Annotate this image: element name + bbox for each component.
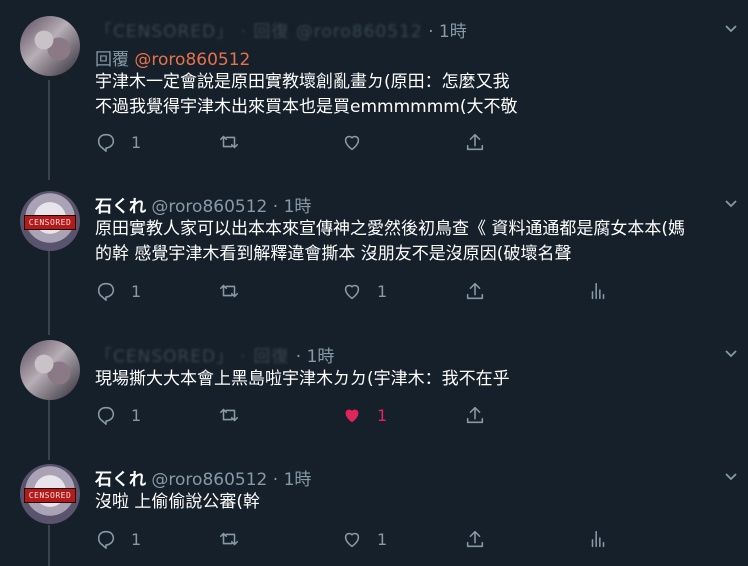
tweet-text-line: 宇津木一定會說是原田實教壞創亂畫ㄉ(原田：怎麼又我	[95, 72, 510, 92]
like-count: 1	[377, 281, 388, 301]
retweet-button[interactable]	[218, 279, 240, 303]
reply-count: 1	[131, 281, 142, 301]
reply-icon	[97, 133, 115, 152]
reply-button[interactable]: 1	[95, 403, 141, 427]
tweet-header: 石くれ @roro860512 · 1時	[95, 192, 311, 217]
analytics-button[interactable]	[587, 279, 609, 303]
author-handle[interactable]: @roro860512	[151, 470, 267, 490]
like-icon	[344, 532, 360, 548]
retweet-icon	[219, 532, 239, 546]
separator: ·	[267, 470, 284, 490]
reply-count: 1	[131, 405, 142, 425]
share-button[interactable]	[464, 403, 486, 427]
reply-button[interactable]: 1	[95, 130, 141, 154]
like-icon-filled	[345, 409, 359, 423]
timestamp[interactable]: 1時	[439, 22, 467, 42]
author-name[interactable]: 「CENSORED」 · 回復	[95, 347, 296, 367]
like-icon	[344, 135, 360, 151]
like-count: 1	[377, 529, 388, 549]
chevron-down-icon[interactable]	[724, 22, 738, 36]
tweet-text-line: 不過我覺得宇津木出來買本也是買emmmmmm(大不敬	[95, 97, 518, 117]
retweet-icon	[219, 408, 239, 422]
author-name[interactable]: 石くれ	[95, 470, 146, 490]
tweet-header: 石くれ @roro860512 · 1時	[95, 465, 311, 490]
author-handle[interactable]: @roro860512	[151, 197, 267, 217]
timestamp[interactable]: 1時	[284, 470, 312, 490]
tweet-text-line: 原田實教人家可以出本本來宣傳神之愛然後初鳥查《 資料通通都是腐女本本(媽	[95, 219, 686, 239]
retweet-icon	[219, 135, 239, 149]
reply-count: 1	[131, 529, 142, 549]
like-icon	[344, 284, 360, 300]
tweet-text: 沒啦 上偷偷說公審(幹	[95, 490, 260, 515]
avatar[interactable]: CENSORED	[20, 464, 80, 524]
reply-icon	[97, 282, 115, 301]
tweet-text: 原田實教人家可以出本本來宣傳神之愛然後初鳥查《 資料通通都是腐女本本(媽 的幹 …	[95, 217, 685, 267]
censored-bar: CENSORED	[24, 488, 76, 503]
tweet[interactable]: CENSORED 石くれ @roro860512 · 1時 原田實教人家可以出本…	[0, 185, 748, 330]
share-icon	[466, 282, 484, 300]
tweet-actions: 1 1	[95, 527, 615, 551]
chevron-down-icon[interactable]	[724, 197, 738, 211]
like-count: 1	[377, 405, 388, 425]
chevron-down-icon[interactable]	[724, 470, 738, 484]
tweet-actions: 1	[95, 130, 615, 154]
tweet[interactable]: 「CENSORED」 · 回復 · 1時 現場撕大大本會上黑島啦宇津木ㄉㄉ(宇津…	[0, 333, 748, 453]
reply-count: 1	[131, 132, 142, 152]
tweet-text-line: 的幹 感覺宇津木看到解釋違會撕本 沒朋友不是沒原因(破壞名聲	[95, 244, 572, 264]
retweet-icon	[219, 284, 239, 298]
share-button[interactable]	[464, 527, 486, 551]
reply-mention-link[interactable]: @roro860512	[134, 50, 250, 70]
tweet[interactable]: CENSORED 石くれ @roro860512 · 1時 沒啦 上偷偷說公審(…	[0, 458, 748, 566]
reply-prefix: 回覆	[95, 50, 135, 70]
author-name[interactable]: 石くれ	[95, 197, 146, 217]
like-button[interactable]: 1	[341, 279, 387, 303]
separator: ·	[422, 22, 439, 42]
analytics-icon	[591, 282, 605, 300]
tweet-text: 現場撕大大本會上黑島啦宇津木ㄉㄉ(宇津木：我不在乎	[95, 367, 510, 392]
avatar[interactable]	[20, 16, 80, 76]
tweet-text-line: 沒啦 上偷偷說公審(幹	[95, 492, 261, 512]
tweet-text: 宇津木一定會說是原田實教壞創亂畫ㄉ(原田：怎麼又我 不過我覺得宇津木出來買本也是…	[95, 70, 517, 120]
replying-to: 回覆 @roro860512	[95, 45, 250, 70]
analytics-button[interactable]	[587, 527, 609, 551]
retweet-button[interactable]	[218, 403, 240, 427]
share-icon	[466, 406, 484, 424]
retweet-button[interactable]	[218, 130, 240, 154]
timestamp[interactable]: · 1時	[296, 347, 335, 367]
like-button[interactable]: 1	[341, 527, 387, 551]
chevron-down-icon[interactable]	[724, 347, 738, 361]
analytics-icon	[591, 530, 605, 548]
reply-icon	[97, 406, 115, 425]
author-name[interactable]: 「CENSORED」 · 回復	[95, 22, 296, 42]
tweet-header: 「CENSORED」 · 回復 @roro860512 · 1時	[95, 17, 467, 42]
reply-button[interactable]: 1	[95, 279, 141, 303]
reply-button[interactable]: 1	[95, 527, 141, 551]
avatar[interactable]: CENSORED	[20, 191, 80, 251]
share-button[interactable]	[464, 279, 486, 303]
reply-icon	[97, 530, 115, 549]
tweet-header: 「CENSORED」 · 回復 · 1時	[95, 342, 334, 367]
author-handle[interactable]: @roro860512	[296, 22, 423, 42]
tweet-text-line: 現場撕大大本會上黑島啦宇津木ㄉㄉ(宇津木：我不在乎	[95, 369, 510, 389]
avatar[interactable]	[20, 340, 80, 400]
like-button[interactable]	[341, 130, 363, 154]
like-button[interactable]: 1	[341, 403, 387, 427]
separator: ·	[267, 197, 284, 217]
retweet-button[interactable]	[218, 527, 240, 551]
timestamp[interactable]: 1時	[284, 197, 312, 217]
share-icon	[466, 133, 484, 151]
tweet-actions: 1 1	[95, 403, 615, 427]
censored-bar: CENSORED	[24, 215, 76, 230]
share-icon	[466, 530, 484, 548]
tweet[interactable]: 「CENSORED」 · 回復 @roro860512 · 1時 回覆 @ror…	[0, 0, 748, 170]
share-button[interactable]	[464, 130, 486, 154]
tweet-actions: 1 1	[95, 279, 615, 303]
